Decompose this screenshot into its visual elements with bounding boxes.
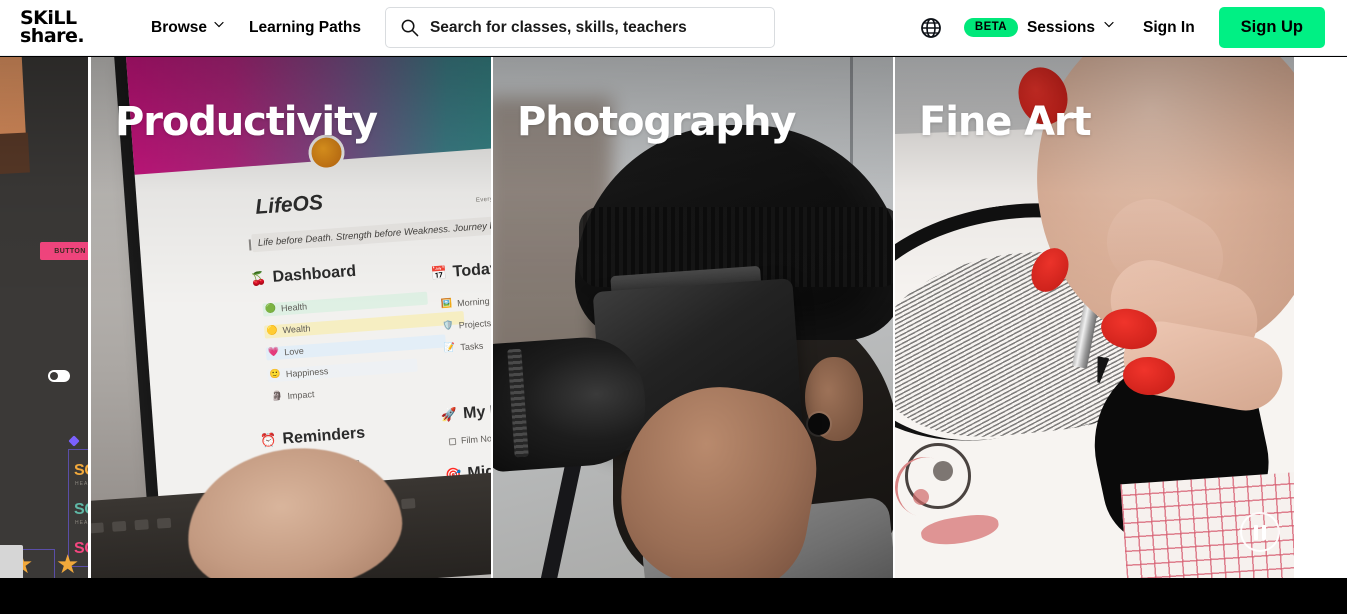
notion-item-impact: 🗿 Impact	[270, 388, 315, 402]
notion-section-today: 📅 Today	[430, 260, 491, 282]
globe-icon[interactable]	[920, 17, 942, 39]
design-toggle-switch	[48, 370, 70, 382]
cherry-icon: 🍒	[250, 270, 268, 287]
nav-item-browse[interactable]: Browse	[151, 18, 224, 37]
site-header: SKiLL share. Browse Learning Paths Searc…	[0, 0, 1347, 56]
alarm-clock-icon: ⏰	[259, 432, 278, 449]
design-component-label-l	[68, 435, 80, 447]
notion-item-film-notion-class: Film Notion Class	[448, 430, 491, 446]
pause-icon	[1262, 524, 1266, 540]
search-icon	[400, 18, 419, 37]
page-footer-strip	[0, 578, 1347, 614]
logo-line-2: share.	[20, 24, 85, 47]
header-right-actions: BETA Sessions Sign In Sign Up	[920, 7, 1325, 48]
gray-icon: 🗿	[270, 390, 283, 402]
sessions-label: Sessions	[1026, 18, 1095, 36]
notion-section-most-important: 🚀 My Most Impo	[440, 397, 491, 423]
notion-item-morning-pages: 🖼️ Morning Pages	[440, 294, 491, 309]
rocket-icon: 🚀	[440, 406, 458, 423]
design-type-sample-2: SC	[74, 501, 88, 518]
carousel-tile-fine-art[interactable]: Fine Art	[895, 57, 1294, 578]
search-bar[interactable]	[384, 7, 775, 48]
design-tile-artwork: TEXT Button BUTTON BUTTON BUTTON BUTTON …	[0, 57, 88, 578]
notion-section-reminders: ⏰ Reminders	[259, 424, 366, 449]
carousel-tile-photography[interactable]: Photography	[493, 57, 893, 578]
notion-section-dashboard: 🍒 Dashboard	[250, 262, 357, 287]
chevron-down-icon	[1104, 21, 1114, 30]
figma-component-icon	[68, 435, 80, 447]
pencil-icon: 📝	[443, 341, 456, 353]
carousel-tile-productivity[interactable]: LifeOS Everything × | others Life before…	[91, 57, 491, 578]
shield-icon: 🛡️	[442, 319, 455, 331]
notion-item-projects: 🛡️ Projects	[442, 317, 491, 331]
notion-item-tasks: 📝 Tasks	[443, 340, 484, 353]
design-type-sample-1: SC	[74, 462, 88, 479]
carousel-pause-button[interactable]	[1240, 512, 1280, 552]
primary-nav: Browse Learning Paths	[151, 19, 361, 37]
image-icon: 🖼️	[440, 297, 453, 309]
chevron-down-icon	[214, 21, 224, 30]
skillshare-logo[interactable]: SKiLL share.	[20, 8, 124, 47]
beta-badge: BETA	[963, 17, 1018, 38]
design-loose-button: BUTTON	[40, 242, 88, 260]
tile-title-productivity: Productivity	[115, 99, 378, 145]
yellow-circle-icon: 🟡	[266, 324, 278, 336]
sessions-menu[interactable]: BETA Sessions	[963, 17, 1114, 38]
nav-item-learning-paths-label: Learning Paths	[249, 18, 361, 36]
nav-item-learning-paths[interactable]: Learning Paths	[249, 19, 361, 37]
search-input[interactable]	[429, 18, 760, 37]
calendar-icon: 📅	[430, 265, 448, 282]
heart-icon: 💗	[267, 346, 280, 358]
green-circle-icon: 🟢	[264, 302, 277, 314]
notion-page-title: LifeOS	[254, 191, 324, 219]
sign-in-link[interactable]: Sign In	[1143, 19, 1195, 37]
carousel-tile-design[interactable]: TEXT Button BUTTON BUTTON BUTTON BUTTON …	[0, 57, 88, 578]
star-icon: ★	[56, 549, 80, 578]
nav-item-browse-label: Browse	[151, 18, 207, 36]
checkbox-icon	[448, 437, 457, 445]
smile-icon: 🙂	[269, 368, 282, 380]
tile-title-photography: Photography	[517, 99, 796, 145]
sign-up-button[interactable]: Sign Up	[1218, 7, 1325, 48]
category-carousel: TEXT Button BUTTON BUTTON BUTTON BUTTON …	[0, 57, 1347, 578]
tile-title-fine-art: Fine Art	[919, 99, 1092, 145]
pause-icon	[1254, 524, 1258, 540]
